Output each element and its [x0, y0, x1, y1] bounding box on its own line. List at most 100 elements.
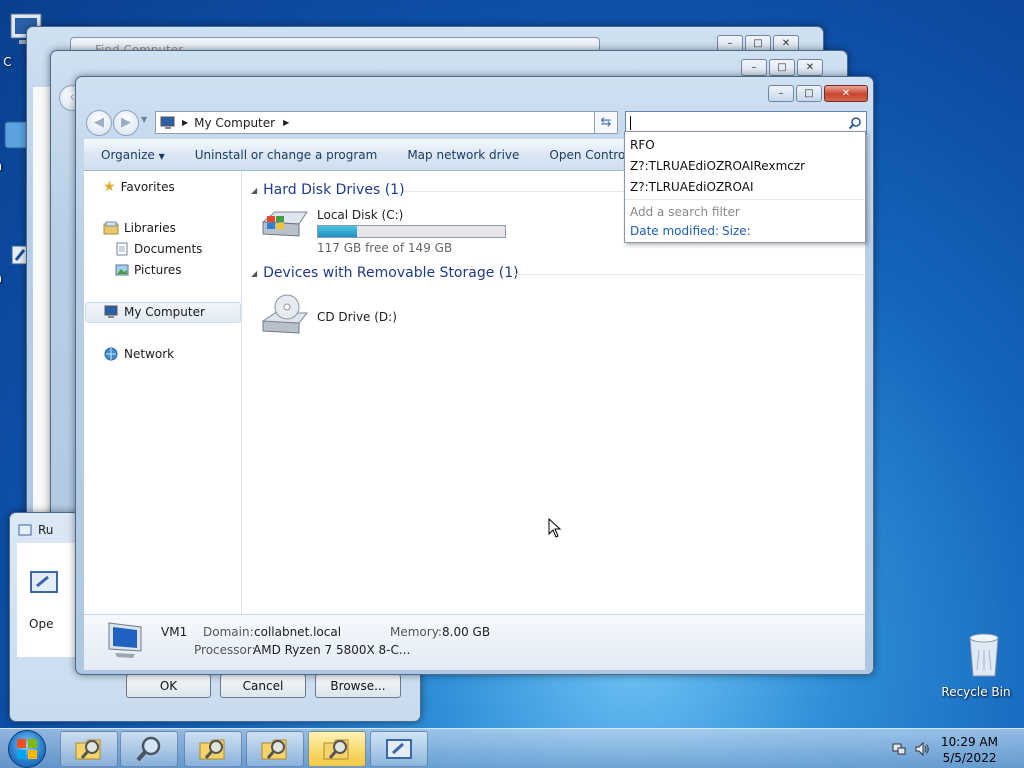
nav-item-favorites[interactable]: ★ Favorites — [103, 179, 175, 195]
close-button[interactable]: ✕ — [824, 85, 868, 102]
address-bar[interactable]: ▶ My Computer ▶ ▼ — [155, 111, 618, 134]
recent-pages-chevron-icon[interactable]: ▼ — [141, 115, 147, 124]
drive-name: Local Disk (C:) — [317, 208, 404, 222]
folder-search-icon — [261, 739, 287, 760]
map-network-drive-button[interactable]: Map network drive — [407, 148, 519, 162]
computer-large-icon — [108, 622, 142, 658]
run-dialog-title: Ru — [38, 523, 54, 537]
desktop-icon-label: Recycle Bin — [941, 685, 1011, 699]
drive-usage-fill — [318, 226, 358, 237]
uninstall-program-button[interactable]: Uninstall or change a program — [195, 148, 378, 162]
breadcrumb-arrow-icon[interactable]: ▶ — [283, 118, 289, 127]
suggestion-item[interactable]: RFO — [630, 138, 655, 152]
drive-local-disk[interactable]: Local Disk (C:) 117 GB free of 149 GB — [261, 208, 506, 255]
nav-item-label: Favorites — [120, 180, 175, 194]
nav-item-label: Network — [124, 347, 175, 361]
recycle-bin-icon — [969, 633, 999, 677]
processor-value: AMD Ryzen 7 5800X 8-C... — [253, 643, 411, 657]
refresh-button[interactable]: ⇆ — [594, 111, 618, 134]
organize-menu[interactable]: Organize ▼ — [101, 148, 165, 162]
documents-icon — [116, 242, 128, 256]
drive-usage-bar — [317, 225, 506, 238]
computer-icon — [160, 116, 175, 129]
nav-item-network[interactable]: Network — [103, 347, 174, 361]
breadcrumb-my-computer[interactable]: My Computer — [194, 116, 275, 130]
computer-icon — [104, 305, 118, 318]
nav-item-pictures[interactable]: Pictures — [115, 263, 182, 277]
minimize-button[interactable]: – — [741, 59, 767, 76]
drive-info: Local Disk (C:) 117 GB free of 149 GB — [317, 208, 506, 255]
search-filter-hint: Add a search filter — [630, 205, 740, 219]
nav-item-libraries[interactable]: Libraries — [103, 221, 176, 235]
system-clock[interactable]: 10:29 AM 5/5/2022 — [941, 734, 998, 766]
start-button[interactable] — [8, 730, 46, 768]
computer-name: VM1 — [161, 625, 188, 639]
taskbar-button-search[interactable] — [120, 731, 178, 767]
details-pane: VM1 Domain: collabnet.local Memory: 8.00… — [84, 614, 865, 670]
mouse-cursor-icon — [548, 518, 562, 538]
nav-item-label: Documents — [134, 242, 203, 256]
nav-item-label: My Computer — [124, 305, 205, 319]
organize-label: Organize — [101, 147, 155, 162]
memory-label: Memory: — [390, 625, 442, 639]
windows-logo-icon — [17, 739, 37, 759]
maximize-button[interactable]: □ — [796, 85, 822, 102]
close-button[interactable]: ✕ — [797, 59, 823, 76]
background-window-controls: – □ ✕ — [741, 59, 823, 76]
drive-free-space: 117 GB free of 149 GB — [317, 241, 453, 255]
chevron-down-icon: ▼ — [158, 151, 165, 161]
suggestion-item[interactable]: Z?:TLRUAEdiOZROAI — [630, 180, 754, 194]
folder-search-icon — [75, 739, 101, 760]
browse-button[interactable]: Browse... — [315, 674, 401, 698]
drive-cd[interactable]: CD Drive (D:) — [261, 293, 397, 337]
navigation-pane: ★ Favorites Libraries Documents Pictures… — [84, 171, 242, 614]
group-header-hard-disk-drives[interactable]: ◢ Hard Disk Drives (1) — [251, 182, 405, 198]
nav-item-my-computer[interactable]: My Computer — [103, 305, 205, 319]
folder-search-icon — [323, 739, 349, 760]
nav-item-label: Libraries — [124, 221, 176, 235]
group-divider — [513, 274, 863, 275]
magnifier-icon — [136, 736, 161, 762]
cd-drive-icon — [261, 294, 309, 334]
maximize-button[interactable]: □ — [769, 59, 795, 76]
open-label: Ope — [29, 617, 54, 631]
pictures-icon — [115, 264, 129, 276]
taskbar-button-explorer-3[interactable] — [246, 731, 304, 767]
minimize-button[interactable]: – — [768, 85, 794, 102]
group-header-removable-storage[interactable]: ◢ Devices with Removable Storage (1) — [251, 265, 519, 281]
clock-time: 10:29 AM — [941, 735, 998, 749]
taskbar-button-explorer-2[interactable] — [184, 731, 242, 767]
window-controls: – □ ✕ — [768, 85, 868, 102]
taskbar-button-explorer-1[interactable] — [60, 731, 118, 767]
search-icon[interactable] — [848, 116, 862, 130]
domain-value: collabnet.local — [254, 625, 342, 639]
network-tray-icon[interactable] — [891, 741, 907, 757]
nav-item-documents[interactable]: Documents — [115, 242, 202, 256]
search-suggestions-dropdown: RFO Z?:TLRUAEdiOZROAIRexmczr Z?:TLRUAEdi… — [624, 131, 866, 243]
ok-button[interactable]: OK — [126, 674, 211, 698]
dropdown-divider — [625, 199, 865, 200]
processor-label: Processor: — [194, 643, 256, 657]
libraries-icon — [103, 221, 119, 235]
taskbar-button-run[interactable] — [370, 731, 428, 767]
taskbar-button-explorer-active[interactable] — [308, 731, 366, 767]
collapse-triangle-icon: ◢ — [251, 268, 258, 278]
text-caret — [630, 115, 631, 130]
drive-name: CD Drive (D:) — [317, 310, 397, 324]
filter-date-modified[interactable]: Date modified: — [630, 224, 719, 238]
desktop-icon-recycle-bin[interactable]: Recycle Bin — [940, 630, 1012, 699]
suggestion-item[interactable]: Z?:TLRUAEdiOZROAIRexmczr — [630, 159, 805, 173]
breadcrumb-arrow-icon[interactable]: ▶ — [182, 118, 188, 127]
cancel-button[interactable]: Cancel — [220, 674, 306, 698]
favorites-star-icon: ★ — [103, 179, 116, 195]
group-header-label: Devices with Removable Storage (1) — [263, 265, 519, 281]
nav-item-label: Pictures — [134, 263, 182, 277]
forward-button[interactable]: ▶ — [113, 110, 139, 136]
collapse-triangle-icon: ◢ — [251, 185, 258, 195]
domain-label: Domain: — [203, 625, 254, 639]
back-button[interactable]: ◀ — [86, 110, 112, 136]
hard-drive-icon — [261, 211, 308, 237]
volume-icon[interactable] — [914, 741, 930, 757]
filter-size[interactable]: Size: — [722, 224, 751, 238]
run-icon — [386, 739, 412, 759]
